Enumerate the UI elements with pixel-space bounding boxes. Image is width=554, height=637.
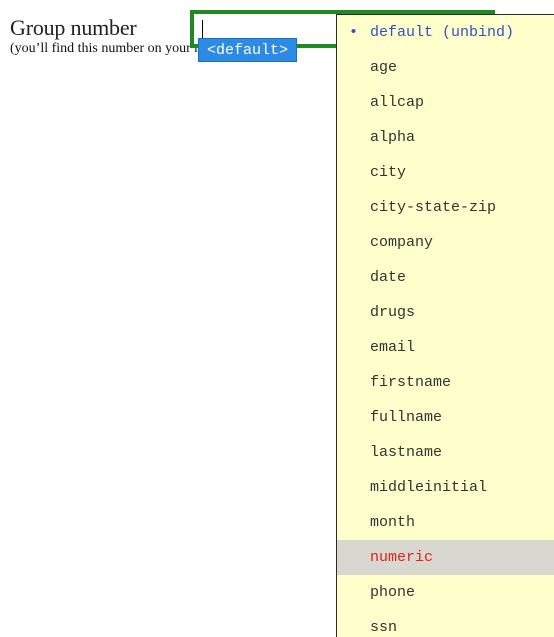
dropdown-item-label: default (unbind)	[370, 24, 515, 41]
field-hint: (you’ll find this number on your ma	[10, 41, 212, 56]
dropdown-item-email[interactable]: email	[337, 330, 554, 365]
binding-tag[interactable]: <default>	[198, 38, 298, 62]
dropdown-item-firstname[interactable]: firstname	[337, 365, 554, 400]
page: Group number (you’ll find this number on…	[0, 0, 554, 637]
dropdown-item-phone[interactable]: phone	[337, 575, 554, 610]
dropdown-item-numeric[interactable]: numeric	[337, 540, 554, 575]
dropdown-item-drugs[interactable]: drugs	[337, 295, 554, 330]
dropdown-item-fullname[interactable]: fullname	[337, 400, 554, 435]
text-caret	[202, 20, 203, 40]
dropdown-item-ssn[interactable]: ssn	[337, 610, 554, 637]
dropdown-item-city[interactable]: city	[337, 155, 554, 190]
dropdown-item-age[interactable]: age	[337, 50, 554, 85]
dropdown-item-alpha[interactable]: alpha	[337, 120, 554, 155]
dropdown-item-allcap[interactable]: allcap	[337, 85, 554, 120]
dropdown-item-middleinitial[interactable]: middleinitial	[337, 470, 554, 505]
selected-bullet-icon: •	[349, 24, 359, 41]
dropdown-item-lastname[interactable]: lastname	[337, 435, 554, 470]
dropdown-item-month[interactable]: month	[337, 505, 554, 540]
binding-dropdown[interactable]: • default (unbind) age allcap alpha city …	[336, 14, 554, 637]
field-label: Group number	[10, 15, 137, 40]
dropdown-item-default-unbind[interactable]: • default (unbind)	[337, 15, 554, 50]
dropdown-item-city-state-zip[interactable]: city-state-zip	[337, 190, 554, 225]
dropdown-item-date[interactable]: date	[337, 260, 554, 295]
dropdown-item-company[interactable]: company	[337, 225, 554, 260]
